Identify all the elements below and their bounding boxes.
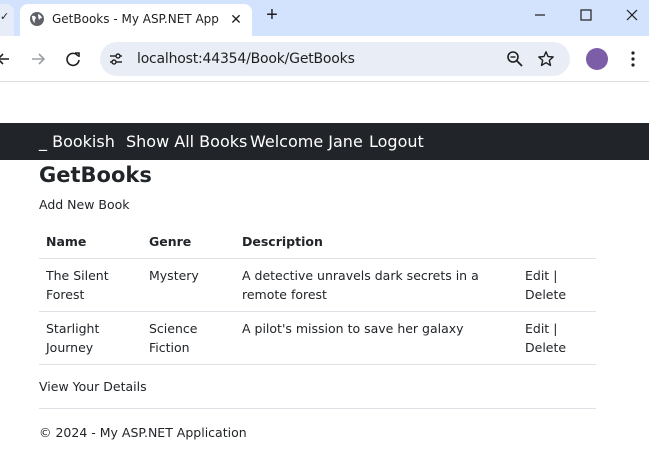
cell-description: A pilot's mission to save her galaxy bbox=[235, 311, 518, 365]
nav-welcome-user[interactable]: Welcome Jane bbox=[250, 132, 363, 151]
delete-link[interactable]: Delete bbox=[525, 340, 566, 355]
cell-actions: Edit | Delete bbox=[518, 311, 596, 365]
footer-text: © 2024 - My ASP.NET Application bbox=[39, 425, 247, 440]
nav-show-all-books[interactable]: Show All Books bbox=[126, 132, 247, 151]
cell-description: A detective unravels dark secrets in a r… bbox=[235, 258, 518, 312]
books-table: Name Genre Description The Silent Forest… bbox=[39, 226, 596, 365]
delete-link[interactable]: Delete bbox=[525, 287, 566, 302]
browser-toolbar: localhost:44354/Book/GetBooks bbox=[0, 36, 649, 82]
cell-actions: Edit | Delete bbox=[518, 258, 596, 312]
table-header-row: Name Genre Description bbox=[39, 226, 596, 259]
reload-icon[interactable] bbox=[62, 48, 84, 70]
header-name: Name bbox=[39, 226, 142, 259]
view-your-details-link[interactable]: View Your Details bbox=[39, 379, 147, 394]
action-separator: | bbox=[549, 320, 558, 336]
close-icon[interactable]: ✕ bbox=[227, 10, 245, 28]
footer-divider bbox=[39, 408, 596, 409]
minimize-icon[interactable] bbox=[530, 5, 550, 25]
maximize-icon[interactable] bbox=[576, 5, 596, 25]
edit-link[interactable]: Edit bbox=[525, 268, 549, 283]
browser-tab-active[interactable]: GetBooks - My ASP.NET Application ✕ bbox=[20, 4, 252, 36]
table-row: The Silent Forest Mystery A detective un… bbox=[39, 258, 596, 312]
cell-genre: Science Fiction bbox=[142, 311, 235, 365]
zoom-icon[interactable] bbox=[506, 50, 524, 68]
cell-name: The Silent Forest bbox=[39, 258, 142, 312]
header-actions bbox=[518, 226, 596, 259]
nav-logout[interactable]: Logout bbox=[369, 132, 424, 151]
add-new-book-link[interactable]: Add New Book bbox=[39, 197, 130, 212]
site-navbar: _ Bookish Show All Books Welcome Jane Lo… bbox=[0, 123, 649, 160]
page-title: GetBooks bbox=[39, 163, 152, 187]
browser-tabstrip: ✓ GetBooks - My ASP.NET Application ✕ + bbox=[0, 0, 649, 36]
chevron-down-icon: ✓ bbox=[0, 11, 10, 23]
tab-search-button[interactable]: ✓ bbox=[0, 4, 14, 36]
header-genre: Genre bbox=[142, 226, 235, 259]
kebab-menu-icon[interactable] bbox=[626, 50, 640, 68]
star-icon[interactable] bbox=[537, 50, 555, 68]
back-icon[interactable] bbox=[0, 48, 16, 70]
cell-genre: Mystery bbox=[142, 258, 235, 312]
globe-icon bbox=[30, 12, 44, 26]
cell-name: Starlight Journey bbox=[39, 311, 142, 365]
table-row: Starlight Journey Science Fiction A pilo… bbox=[39, 311, 596, 365]
url-text: localhost:44354/Book/GetBooks bbox=[137, 51, 355, 67]
tab-title: GetBooks - My ASP.NET Application bbox=[52, 12, 220, 26]
action-separator: | bbox=[549, 267, 558, 283]
edit-link[interactable]: Edit bbox=[525, 321, 549, 336]
profile-avatar[interactable] bbox=[586, 48, 608, 70]
header-description: Description bbox=[235, 226, 518, 259]
site-info-icon[interactable] bbox=[108, 51, 124, 67]
forward-icon[interactable] bbox=[27, 48, 49, 70]
window-close-icon[interactable] bbox=[622, 5, 642, 25]
brand-link[interactable]: _ Bookish bbox=[39, 132, 115, 151]
new-tab-icon[interactable]: + bbox=[262, 5, 282, 25]
address-bar[interactable]: localhost:44354/Book/GetBooks bbox=[100, 42, 570, 76]
